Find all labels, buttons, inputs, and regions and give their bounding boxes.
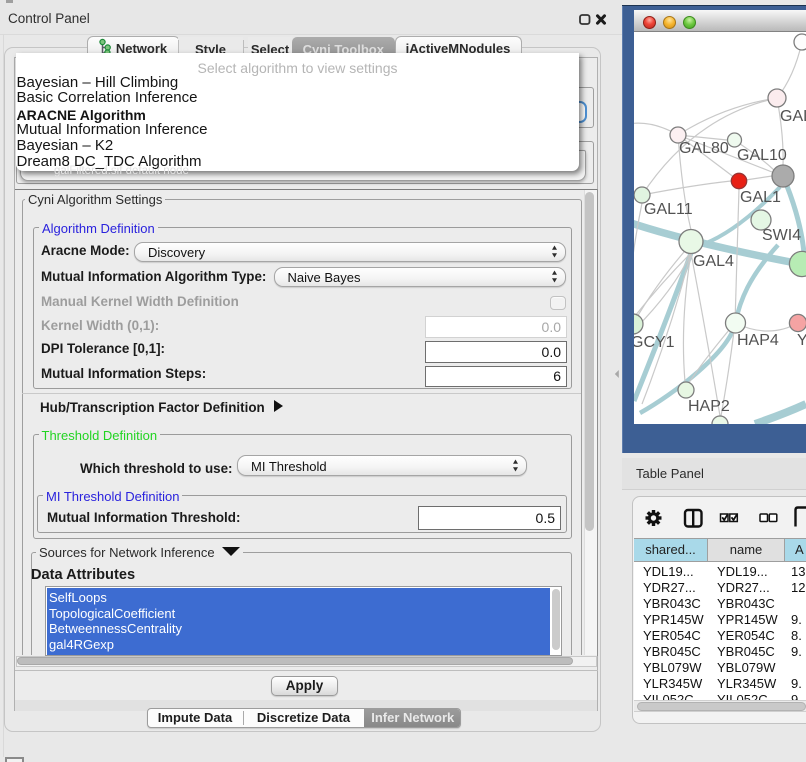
svg-text:HAP4: HAP4 bbox=[737, 332, 779, 349]
svg-text:HAP2: HAP2 bbox=[688, 398, 730, 415]
svg-text:GAL4: GAL4 bbox=[693, 253, 734, 270]
svg-text:GAL10: GAL10 bbox=[737, 147, 787, 164]
svg-text:YM: YM bbox=[797, 332, 806, 349]
svg-text:GAL11: GAL11 bbox=[644, 201, 693, 218]
svg-text:GCY1: GCY1 bbox=[634, 334, 675, 351]
svg-text:SWI4: SWI4 bbox=[762, 227, 801, 244]
svg-text:GAL7: GAL7 bbox=[780, 108, 806, 125]
svg-text:GAL1: GAL1 bbox=[740, 189, 781, 206]
svg-text:GAL80: GAL80 bbox=[679, 140, 729, 157]
